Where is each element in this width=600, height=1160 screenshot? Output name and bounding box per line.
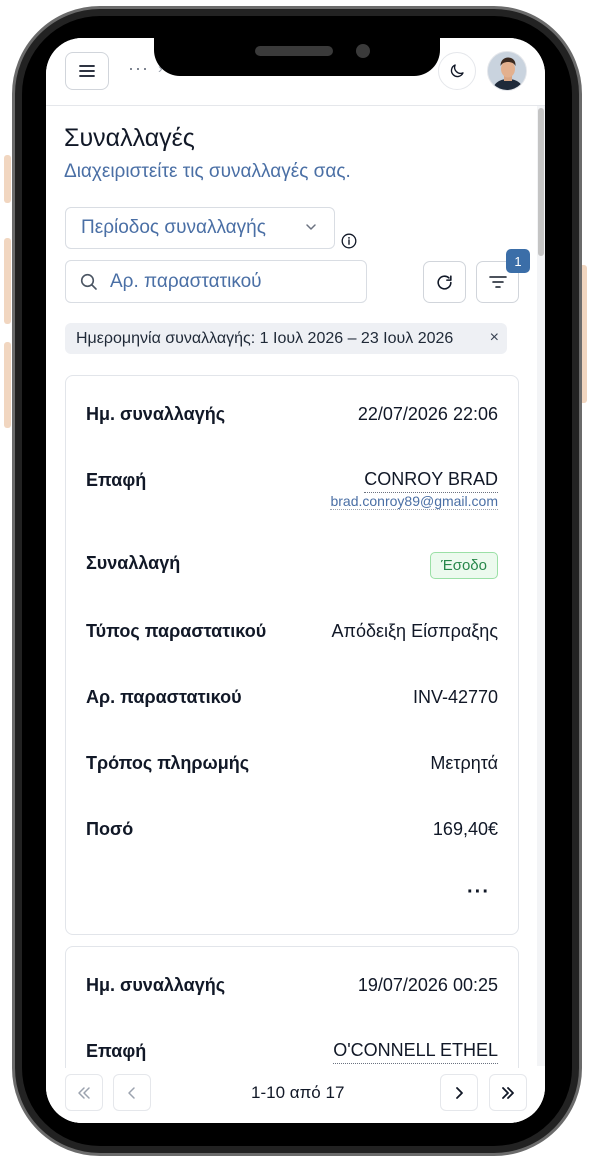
- info-icon[interactable]: [341, 233, 357, 249]
- phone-volume-up-button: [4, 238, 11, 324]
- date-label: Ημ. συναλλαγής: [86, 975, 226, 995]
- date-value: 19/07/2026 00:25: [357, 975, 498, 995]
- transaction-label: Συναλλαγή: [86, 553, 181, 573]
- phone-side-button: [4, 155, 11, 203]
- page-scrollbar[interactable]: [537, 106, 545, 1066]
- pagination-summary: 1-10 από 17: [251, 1083, 345, 1102]
- chevron-down-icon: [306, 224, 316, 230]
- active-filter-chip-label: Ημερομηνία συναλλαγής: 1 Ιουλ 2026 – 23 …: [76, 329, 454, 347]
- page-title: Συναλλαγές: [64, 124, 195, 152]
- hamburger-icon: [79, 65, 95, 77]
- search-field[interactable]: [65, 260, 367, 303]
- last-page-button[interactable]: [489, 1074, 527, 1111]
- scrollbar-thumb[interactable]: [538, 108, 544, 256]
- contact-email[interactable]: brad.conroy89@gmail.com: [330, 493, 498, 510]
- amount-value: 169,40€: [432, 819, 498, 839]
- transaction-card: Ημ. συναλλαγής 22/07/2026 22:06 Επαφή CO…: [65, 375, 519, 935]
- more-actions-button[interactable]: ···: [467, 881, 490, 904]
- next-page-button[interactable]: [440, 1074, 478, 1111]
- menu-button[interactable]: [65, 52, 109, 90]
- contact-name[interactable]: CONROY BRAD: [364, 469, 498, 493]
- doc-type-value: Απόδειξη Είσπραξης: [331, 621, 498, 641]
- breadcrumb-more[interactable]: ···: [128, 58, 149, 79]
- theme-toggle-button[interactable]: [438, 52, 476, 90]
- chevron-left-icon: [128, 1086, 135, 1099]
- transaction-type-badge: Έσοδο: [429, 552, 498, 579]
- doc-number-label: Αρ. παραστατικού: [86, 687, 242, 707]
- avatar-image: [488, 52, 526, 90]
- period-select-placeholder: Περίοδος συναλλαγής: [81, 217, 266, 238]
- payment-method-value: Μετρητά: [430, 753, 498, 773]
- previous-page-button[interactable]: [113, 1074, 151, 1111]
- phone-notch: [154, 34, 440, 76]
- speaker-grille: [255, 46, 333, 56]
- refresh-button[interactable]: [423, 261, 466, 303]
- user-avatar[interactable]: [487, 51, 527, 91]
- contact-label: Επαφή: [86, 1041, 147, 1061]
- pagination-bar: 1-10 από 17: [46, 1068, 545, 1123]
- doc-type-label: Τύπος παραστατικού: [86, 621, 267, 641]
- search-icon: [80, 273, 97, 290]
- double-chevron-left-icon: [78, 1086, 90, 1099]
- filter-icon: [488, 276, 507, 288]
- payment-method-label: Τρόπος πληρωμής: [86, 753, 250, 773]
- period-select[interactable]: Περίοδος συναλλαγής: [65, 207, 335, 249]
- moon-icon: [450, 64, 464, 78]
- front-camera: [356, 44, 370, 58]
- screen: ··· › Συναλλαγές Διαχειριστείτε τις συνα…: [46, 38, 545, 1123]
- chevron-right-icon: [456, 1086, 463, 1099]
- refresh-icon: [437, 274, 452, 290]
- double-chevron-right-icon: [502, 1086, 514, 1099]
- date-value: 22/07/2026 22:06: [357, 404, 498, 424]
- contact-label: Επαφή: [86, 470, 147, 490]
- date-label: Ημ. συναλλαγής: [86, 404, 226, 424]
- search-input[interactable]: [110, 269, 360, 295]
- active-filter-chip: Ημερομηνία συναλλαγής: 1 Ιουλ 2026 – 23 …: [65, 323, 507, 354]
- phone-volume-down-button: [4, 342, 11, 428]
- first-page-button[interactable]: [65, 1074, 103, 1111]
- filter-count-badge: 1: [506, 249, 530, 273]
- close-icon[interactable]: ×: [490, 329, 499, 347]
- contact-name[interactable]: O'CONNELL ETHEL: [333, 1040, 498, 1064]
- page-subtitle: Διαχειριστείτε τις συναλλαγές σας.: [64, 161, 351, 182]
- amount-label: Ποσό: [86, 819, 134, 839]
- doc-number-value: INV-42770: [412, 687, 498, 707]
